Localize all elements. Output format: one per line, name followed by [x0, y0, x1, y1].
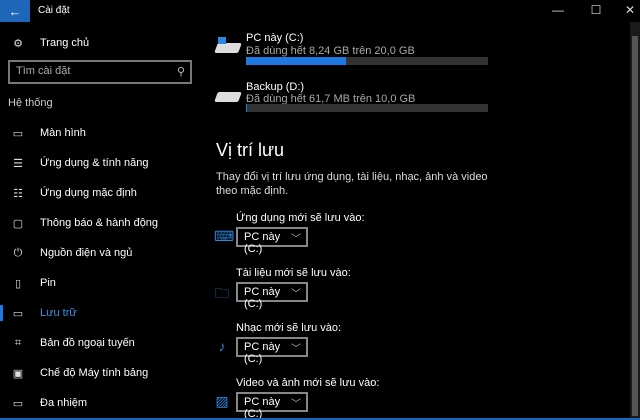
save-location-dropdown[interactable]: PC này (C:) ﹀	[236, 337, 308, 365]
multitasking-icon: ▭	[12, 397, 24, 410]
sidebar-item[interactable]: ☷ Ứng dụng mặc định	[0, 182, 200, 204]
keyboard-icon: ⌨	[214, 228, 235, 244]
sidebar-item[interactable]: ▯ Pin	[0, 272, 200, 294]
drive-icon	[214, 92, 242, 102]
sidebar-item[interactable]: ▭ Màn hình	[0, 122, 200, 144]
sidebar-home[interactable]: ⚙ Trang chủ	[0, 32, 200, 54]
sidebar-item[interactable]: ▭ Đa nhiệm	[0, 392, 200, 414]
music-note-icon: ♪	[218, 338, 226, 354]
title-bar	[0, 0, 640, 22]
section-heading: Hệ thống	[8, 97, 53, 109]
sidebar-item-label: Pin	[40, 277, 56, 289]
sidebar-item-label: Chế độ Máy tính bảng	[40, 367, 149, 379]
drive-usage-bar	[246, 104, 488, 112]
gear-icon: ⚙	[13, 37, 23, 50]
drive-name[interactable]: Backup (D:)	[246, 81, 304, 93]
dropdown-value: PC này (C:)	[244, 231, 281, 255]
maximize-button[interactable]: ☐	[586, 3, 606, 19]
picture-icon: ▨	[215, 393, 229, 409]
sidebar-item-label: Màn hình	[40, 127, 86, 139]
save-location-label: Ứng dụng mới sẽ lưu vào:	[236, 212, 365, 224]
save-location-label: Tài liệu mới sẽ lưu vào:	[236, 267, 351, 279]
sidebar-item-label: Thông báo & hành động	[40, 217, 159, 229]
apps-list-icon: ☰	[13, 157, 23, 170]
save-location-label: Video và ảnh mới sẽ lưu vào:	[236, 377, 380, 389]
dropdown-value: PC này (C:)	[244, 396, 281, 420]
map-icon: ⌗	[14, 336, 22, 349]
sidebar-item[interactable]: ☰ Ứng dụng & tính năng	[0, 152, 200, 174]
sidebar-item-label: Ứng dụng & tính năng	[40, 157, 149, 169]
save-locations-description: Thay đổi vị trí lưu ứng dụng, tài liệu, …	[216, 171, 488, 197]
search-placeholder: Tìm cài đặt	[16, 65, 71, 77]
close-button[interactable]: ✕	[620, 3, 640, 19]
sidebar-item[interactable]: ⏻ Nguồn điện và ngủ	[0, 242, 200, 264]
save-location-dropdown[interactable]: PC này (C:) ﹀	[236, 282, 308, 310]
power-icon: ⏻	[13, 246, 23, 259]
save-location-dropdown[interactable]: PC này (C:) ﹀	[236, 392, 308, 420]
default-apps-icon: ☷	[13, 187, 23, 200]
arrow-left-icon: ←	[8, 3, 22, 19]
drive-name[interactable]: PC này (C:)	[246, 32, 303, 44]
chevron-down-icon: ﹀	[291, 344, 301, 355]
back-button[interactable]: ←	[0, 0, 30, 22]
windows-drive-icon	[214, 43, 242, 53]
notification-icon: ▢	[12, 217, 24, 230]
sidebar-item-label: Đa nhiệm	[40, 397, 88, 409]
usage-fill	[246, 104, 248, 112]
storage-icon: ▭	[12, 307, 24, 320]
sidebar-item[interactable]: ▢ Thông báo & hành động	[0, 212, 200, 234]
save-location-label: Nhạc mới sẽ lưu vào:	[236, 322, 342, 334]
sidebar-item-label: Lưu trữ	[40, 307, 77, 319]
chevron-down-icon: ﹀	[291, 399, 301, 410]
tablet-mode-icon: ▣	[12, 367, 24, 380]
documents-folder-icon: 🗀	[215, 285, 229, 301]
sidebar-item[interactable]: ▭ Lưu trữ	[0, 302, 200, 324]
dropdown-value: PC này (C:)	[244, 286, 281, 310]
search-input[interactable]: Tìm cài đặt ⚲	[8, 60, 192, 84]
sidebar-item[interactable]: ▣ Chế độ Máy tính bảng	[0, 362, 200, 384]
usage-fill	[246, 57, 346, 65]
battery-icon: ▯	[14, 277, 22, 290]
chevron-down-icon: ﹀	[291, 289, 301, 300]
sidebar-item-label: Bản đồ ngoại tuyến	[40, 337, 135, 349]
drive-usage-bar	[246, 57, 488, 65]
dropdown-value: PC này (C:)	[244, 341, 281, 365]
save-locations-heading: Vị trí lưu	[216, 140, 285, 160]
minimize-button[interactable]: —	[548, 3, 568, 19]
sidebar-item-label: Nguồn điện và ngủ	[40, 247, 133, 259]
home-label: Trang chủ	[40, 37, 90, 49]
search-icon[interactable]: ⚲	[177, 65, 185, 78]
chevron-down-icon: ﹀	[291, 234, 301, 245]
drive-usage: Đã dùng hết 8,24 GB trên 20,0 GB	[246, 45, 415, 57]
window-title: Cài đặt	[38, 5, 70, 16]
sidebar-item-label: Ứng dụng mặc định	[40, 187, 137, 199]
scrollbar[interactable]	[630, 22, 640, 420]
scrollbar-thumb[interactable]	[632, 36, 638, 416]
windows-logo-icon	[218, 37, 226, 44]
monitor-icon: ▭	[12, 127, 24, 140]
sidebar-item[interactable]: ⌗ Bản đồ ngoại tuyến	[0, 332, 200, 354]
save-location-dropdown[interactable]: PC này (C:) ﹀	[236, 227, 308, 255]
